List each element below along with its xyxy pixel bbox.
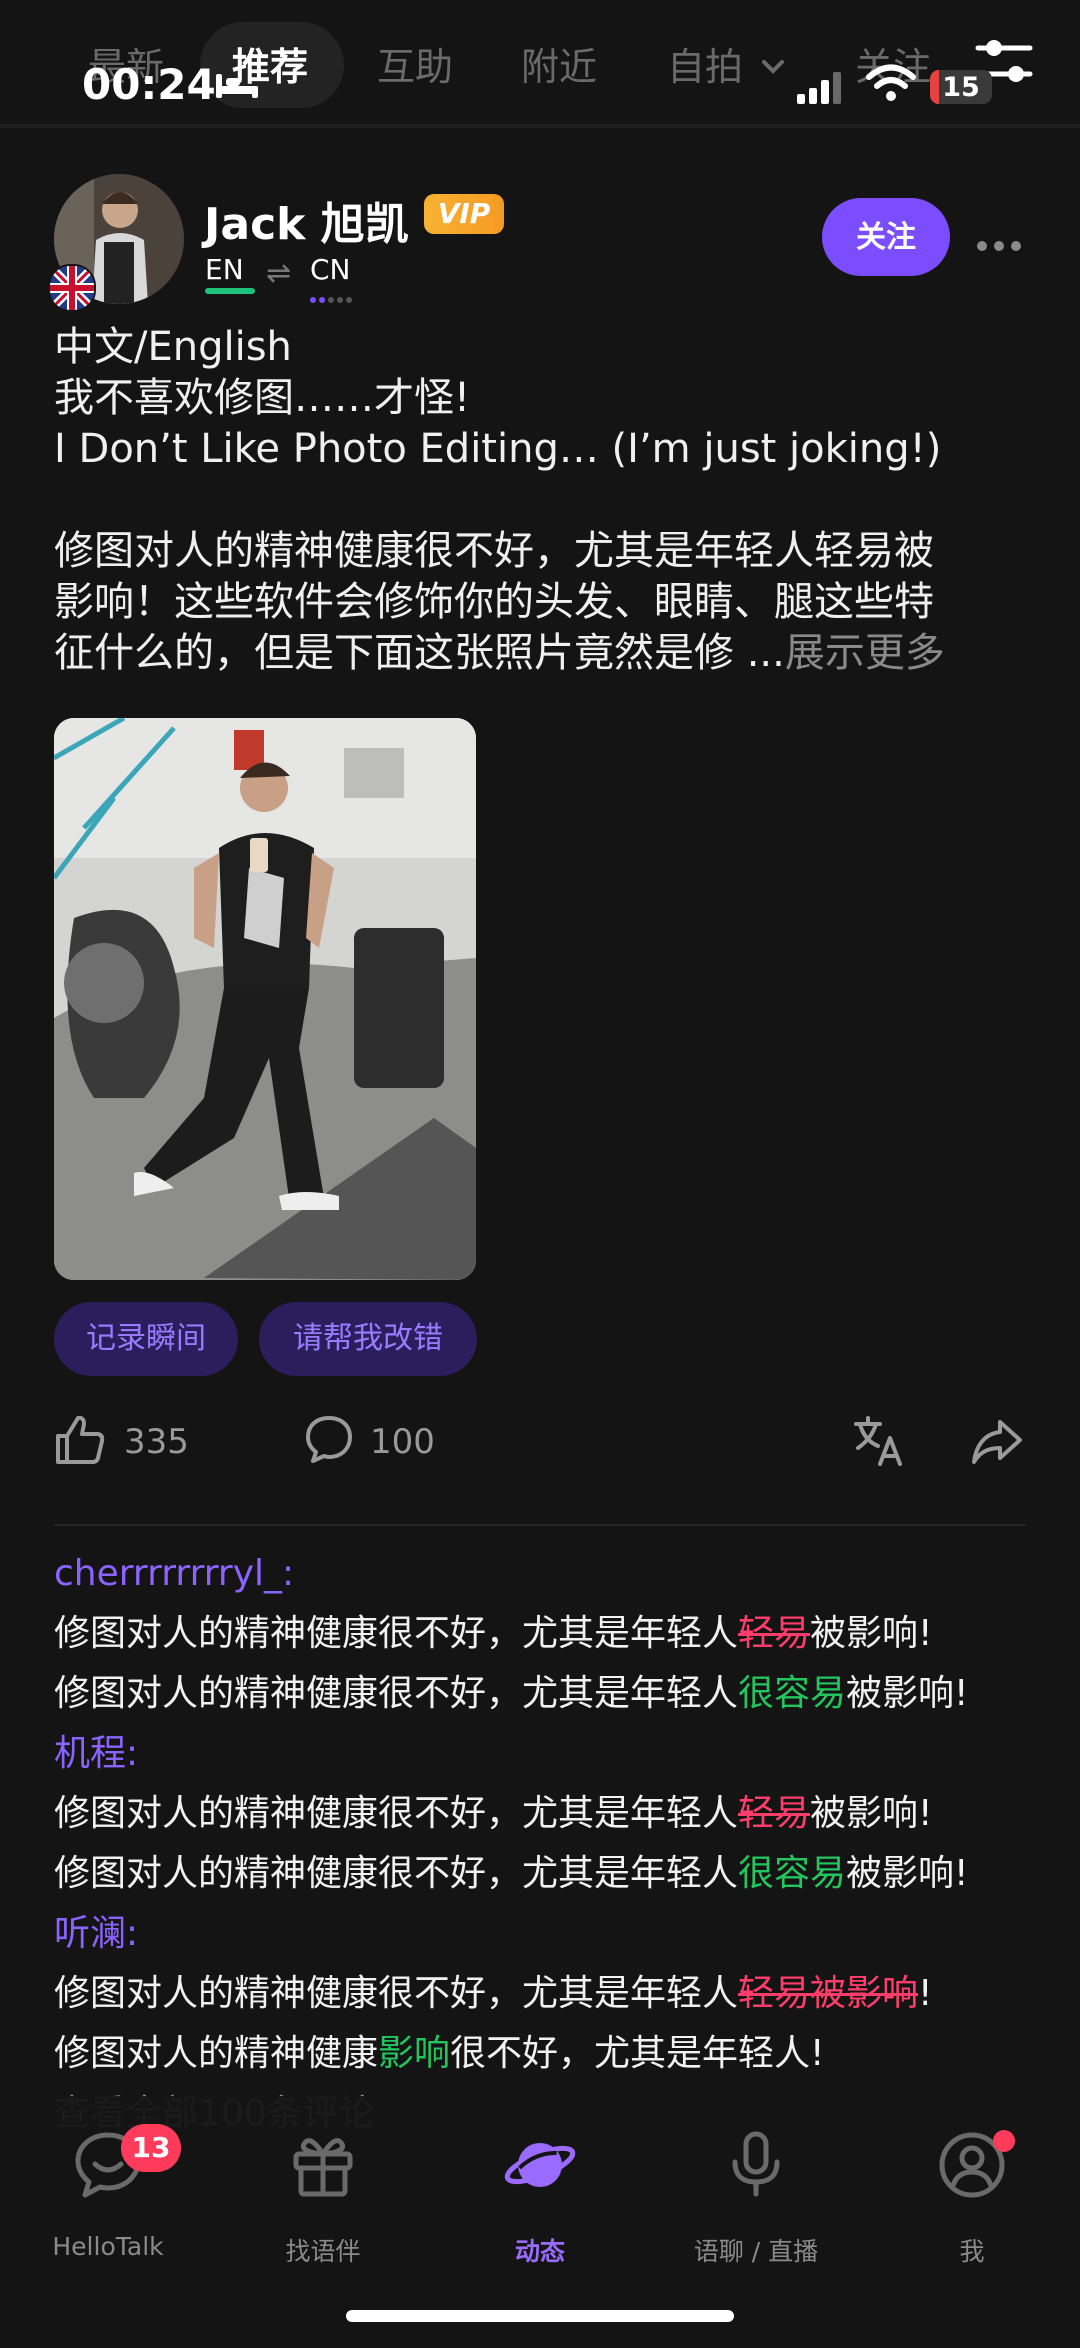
native-language-bar — [205, 288, 255, 294]
nav-me[interactable] — [872, 2130, 1072, 2204]
comment-original: 修图对人的精神健康很不好，尤其是年轻人轻易被影响! — [54, 1604, 1034, 1664]
nav-label-voice-live: 语聊 / 直播 — [693, 2237, 819, 2266]
comment-count: 100 — [370, 1422, 435, 1462]
comment-text: 修图对人的精神健康很不好，尤其是年轻人 — [54, 1793, 739, 1834]
comment-correction: 修图对人的精神健康很不好，尤其是年轻人很容易被影响! — [54, 1664, 1034, 1724]
screen: 最新 推荐 互助 附近 自拍 关注 00:24 15 Jack 旭凯 VIP E… — [0, 0, 1080, 2348]
deleted-text: 轻易 — [738, 1793, 811, 1834]
home-indicator[interactable] — [346, 2310, 734, 2322]
post-body[interactable]: 中文/English 我不喜欢修图……才怪! I Don’t Like Phot… — [54, 322, 1034, 679]
notification-dot — [993, 2130, 1015, 2152]
learning-level-dots — [310, 288, 355, 307]
inserted-text: 影响 — [378, 2033, 451, 2074]
gift-icon — [293, 2138, 353, 2197]
share-icon[interactable] — [970, 1414, 1024, 1468]
author-name[interactable]: Jack 旭凯 — [204, 188, 409, 252]
post-photo[interactable] — [54, 718, 476, 1280]
deleted-text: 轻易 — [738, 1613, 811, 1654]
battery-indicator: 15 — [930, 70, 992, 104]
comment-correction: 修图对人的精神健康很不好，尤其是年轻人很容易被影响! — [54, 1844, 1034, 1904]
clock: 00:24 — [82, 60, 216, 109]
post-line-truncated: 征什么的，但是下面这张照片竟然是修 ...展示更多 — [54, 628, 1034, 679]
inserted-text: 很容易 — [738, 1853, 847, 1894]
sleep-focus-icon — [216, 74, 258, 98]
comment-text: 被影响! — [810, 1613, 933, 1654]
nav-label-me: 我 — [959, 2237, 985, 2266]
header-divider — [0, 124, 1080, 128]
nav-find-partner[interactable] — [223, 2130, 423, 2204]
language-exchange-icon: ⇌ — [266, 256, 292, 291]
nav-moments[interactable] — [440, 2130, 640, 2204]
wifi-icon — [866, 64, 916, 101]
more-options-icon[interactable] — [976, 240, 1022, 252]
comment-icon[interactable] — [304, 1414, 354, 1464]
vip-badge: VIP — [424, 194, 504, 234]
battery-level: 15 — [942, 72, 980, 103]
like-icon[interactable] — [54, 1414, 106, 1466]
comments-divider — [54, 1524, 1026, 1526]
comment-text: 被影响! — [846, 1853, 969, 1894]
learning-language: CN — [310, 253, 351, 286]
tag-chip[interactable]: 记录瞬间 — [54, 1302, 238, 1376]
tag-chip[interactable]: 请帮我改错 — [259, 1302, 477, 1376]
cellular-signal-icon — [797, 72, 841, 104]
comment-text: 修图对人的精神健康很不好，尤其是年轻人 — [54, 1853, 739, 1894]
comment-text: 修图对人的精神健康很不好，尤其是年轻人 — [54, 1613, 739, 1654]
post-line: 中文/English — [54, 324, 292, 370]
post-line: 修图对人的精神健康很不好，尤其是年轻人轻易被 — [54, 528, 934, 574]
comment-original: 修图对人的精神健康很不好，尤其是年轻人轻易被影响! — [54, 1784, 1034, 1844]
comment-correction: 修图对人的精神健康影响很不好，尤其是年轻人! — [54, 2024, 1034, 2084]
translate-icon[interactable] — [852, 1414, 906, 1468]
comment-text: 修图对人的精神健康 — [54, 2033, 379, 2074]
comment-text: ! — [918, 1973, 933, 2014]
post-line: 影响！这些软件会修饰你的头发、眼睛、腿这些特 — [54, 579, 934, 625]
comment-user[interactable]: cherrrrrrrryl_: — [54, 1544, 1034, 1604]
post-line: I Don’t Like Photo Editing… (I’m just jo… — [54, 426, 942, 472]
post-line: 我不喜欢修图……才怪! — [54, 375, 471, 421]
native-language: EN — [205, 253, 244, 286]
comment-text: 被影响! — [810, 1793, 933, 1834]
unread-badge: 13 — [121, 2124, 181, 2172]
comments-list: cherrrrrrrryl_: 修图对人的精神健康很不好，尤其是年轻人轻易被影响… — [54, 1544, 1034, 2144]
nav-voice-live[interactable] — [656, 2130, 856, 2204]
comment-text: 被影响! — [846, 1673, 969, 1714]
microphone-icon — [732, 2131, 780, 2197]
like-count: 335 — [124, 1422, 189, 1462]
comment-original: 修图对人的精神健康很不好，尤其是年轻人轻易被影响! — [54, 1964, 1034, 2024]
nav-label-moments: 动态 — [514, 2237, 565, 2266]
inserted-text: 很容易 — [738, 1673, 847, 1714]
planet-icon — [504, 2143, 576, 2187]
deleted-text: 轻易被影响 — [738, 1973, 919, 2014]
comment-text: 修图对人的精神健康很不好，尤其是年轻人 — [54, 1673, 739, 1714]
follow-button[interactable]: 关注 — [822, 198, 950, 276]
comment-text: 修图对人的精神健康很不好，尤其是年轻人 — [54, 1973, 739, 2014]
status-bar: 00:24 15 — [0, 0, 1080, 120]
uk-flag-icon — [48, 264, 96, 312]
comment-user[interactable]: 机程: — [54, 1724, 1034, 1784]
comment-text: 很不好，尤其是年轻人! — [450, 2033, 825, 2074]
nav-label-hellotalk: HelloTalk — [52, 2232, 164, 2261]
show-more-link[interactable]: 展示更多 — [785, 630, 945, 676]
post-last-line: 征什么的，但是下面这张照片竟然是修 ... — [54, 630, 785, 676]
comment-user[interactable]: 听澜: — [54, 1904, 1034, 1964]
nav-label-find-partner: 找语伴 — [285, 2237, 361, 2266]
